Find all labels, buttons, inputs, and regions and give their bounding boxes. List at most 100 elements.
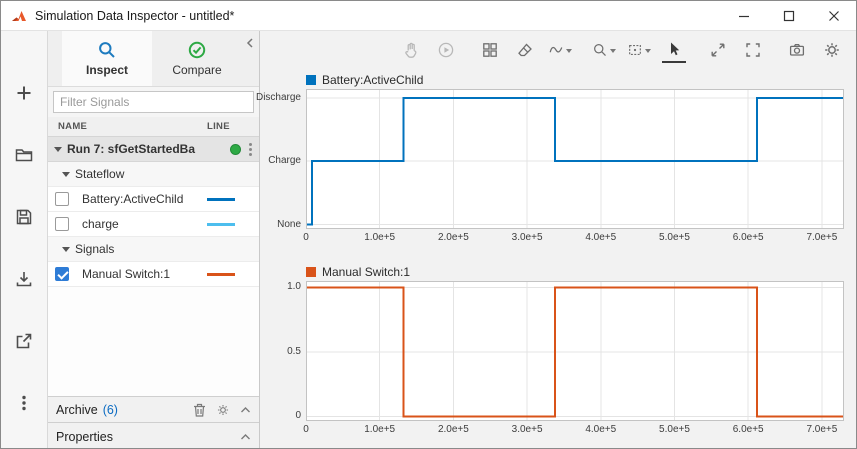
collapse-caret-icon[interactable] <box>62 172 70 177</box>
signal-style-icon[interactable] <box>548 37 572 63</box>
zoom-icon[interactable] <box>592 37 616 63</box>
tab-inspect[interactable]: Inspect <box>62 31 152 86</box>
x-tick-label: 6.0e+5 <box>733 424 764 435</box>
group-label: Stateflow <box>75 167 259 181</box>
signal-line-swatch <box>207 273 235 276</box>
legend-swatch <box>306 75 316 85</box>
import-button[interactable] <box>6 261 42 297</box>
plot-toolbar <box>260 31 856 69</box>
more-options-button[interactable] <box>6 385 42 421</box>
x-tick-label: 3.0e+5 <box>512 424 543 435</box>
signal-label: Manual Switch:1 <box>82 267 207 281</box>
matlab-logo-icon <box>11 8 27 24</box>
tab-compare[interactable]: Compare <box>152 31 242 86</box>
app-window: Simulation Data Inspector - untitled* <box>0 0 857 449</box>
signal-label: Battery:ActiveChild <box>82 192 207 206</box>
x-tick-label: 2.0e+5 <box>438 424 469 435</box>
y-tick-label: 1.0 <box>287 281 301 292</box>
x-tick-label: 1.0e+5 <box>364 232 395 243</box>
x-tick-label: 0 <box>303 232 309 243</box>
properties-collapse-chevron-icon[interactable] <box>240 433 251 441</box>
settings-gear-icon[interactable] <box>820 37 844 63</box>
close-button[interactable] <box>811 1 856 30</box>
properties-label: Properties <box>56 430 113 444</box>
subplot-layout-icon[interactable] <box>478 37 502 63</box>
minimize-button[interactable] <box>721 1 766 30</box>
tab-inspect-label: Inspect <box>86 63 128 77</box>
group-row-stateflow[interactable]: Stateflow <box>48 162 259 187</box>
x-tick-label: 5.0e+5 <box>659 232 690 243</box>
signal-row-battery-activechild[interactable]: Battery:ActiveChild <box>48 187 259 212</box>
properties-bar[interactable]: Properties <box>48 422 259 449</box>
save-button[interactable] <box>6 199 42 235</box>
group-label: Signals <box>75 242 259 256</box>
y-tick-label: Charge <box>268 155 301 166</box>
panel-tabstrip: Inspect Compare <box>48 31 259 87</box>
collapse-panel-button[interactable] <box>243 35 257 54</box>
filter-signals-input[interactable] <box>53 91 254 113</box>
pan-hand-icon[interactable] <box>399 37 423 63</box>
y-tick-label: 0.5 <box>287 346 301 357</box>
export-button[interactable] <box>6 323 42 359</box>
run-status-dot <box>230 144 241 155</box>
signal-checkbox[interactable] <box>55 217 69 231</box>
signal-label: charge <box>82 217 207 231</box>
maximize-button[interactable] <box>766 1 811 30</box>
signal-panel: Inspect Compare NAME LINE <box>48 31 260 449</box>
run-options-kebab-icon[interactable] <box>246 143 259 156</box>
y-axis-labels: NoneChargeDischarge <box>260 89 301 229</box>
x-axis-labels: 01.0e+52.0e+53.0e+54.0e+55.0e+56.0e+57.0… <box>306 229 844 245</box>
signal-checkbox[interactable] <box>55 267 69 281</box>
archive-settings-gear-icon[interactable] <box>216 403 230 417</box>
legend-label: Battery:ActiveChild <box>322 73 423 87</box>
legend-label: Manual Switch:1 <box>322 265 410 279</box>
chart-canvas[interactable] <box>306 89 844 229</box>
pointer-cursor-icon[interactable] <box>662 37 686 63</box>
archive-bar[interactable]: Archive (6) <box>48 396 259 422</box>
x-tick-label: 7.0e+5 <box>806 424 837 435</box>
window-title: Simulation Data Inspector - untitled* <box>35 9 234 23</box>
run-row[interactable]: Run 7: sfGetStartedBa <box>48 137 259 162</box>
chart-block-manual-switch: Manual Switch:1 00.51.0 01.0e+52.0e+53.0… <box>306 263 844 437</box>
snapshot-camera-icon[interactable] <box>785 37 809 63</box>
x-tick-label: 4.0e+5 <box>585 424 616 435</box>
y-tick-label: Discharge <box>256 92 301 103</box>
fullscreen-icon[interactable] <box>741 37 765 63</box>
run-label: Run 7: sfGetStartedBa <box>67 142 230 156</box>
archive-label: Archive <box>56 403 98 417</box>
signal-row-manual-switch[interactable]: Manual Switch:1 <box>48 262 259 287</box>
chart-canvas[interactable] <box>306 281 844 421</box>
expand-axes-icon[interactable] <box>706 37 730 63</box>
chart-legend: Manual Switch:1 <box>306 263 844 281</box>
add-run-button[interactable] <box>6 75 42 111</box>
window-controls <box>721 1 856 30</box>
group-row-signals[interactable]: Signals <box>48 237 259 262</box>
chart-legend: Battery:ActiveChild <box>306 71 844 89</box>
x-tick-label: 4.0e+5 <box>585 232 616 243</box>
fit-to-view-icon[interactable] <box>627 37 651 63</box>
tab-compare-label: Compare <box>172 63 221 77</box>
y-tick-label: None <box>277 219 301 230</box>
titlebar: Simulation Data Inspector - untitled* <box>1 1 856 31</box>
tree-header: NAME LINE <box>48 117 259 137</box>
archive-collapse-chevron-icon[interactable] <box>240 406 251 414</box>
x-tick-label: 7.0e+5 <box>806 232 837 243</box>
x-tick-label: 6.0e+5 <box>733 232 764 243</box>
delete-archive-button[interactable] <box>193 403 206 417</box>
compare-check-icon <box>187 40 207 60</box>
x-tick-label: 0 <box>303 424 309 435</box>
inspect-magnifier-icon <box>97 40 117 60</box>
x-axis-labels: 01.0e+52.0e+53.0e+54.0e+55.0e+56.0e+57.0… <box>306 421 844 437</box>
collapse-caret-icon[interactable] <box>62 247 70 252</box>
signal-line-swatch <box>207 198 235 201</box>
manual-switch-plot[interactable]: 00.51.0 <box>306 281 844 421</box>
y-axis-labels: 0 0.5 1.0 <box>260 281 301 421</box>
signal-checkbox[interactable] <box>55 192 69 206</box>
y-tick-label: 0 <box>295 410 301 421</box>
open-folder-button[interactable] <box>6 137 42 173</box>
collapse-caret-icon[interactable] <box>54 147 62 152</box>
replay-icon[interactable] <box>434 37 458 63</box>
battery-plot[interactable]: NoneChargeDischarge <box>306 89 844 229</box>
signal-row-charge[interactable]: charge <box>48 212 259 237</box>
clear-plots-eraser-icon[interactable] <box>513 37 537 63</box>
